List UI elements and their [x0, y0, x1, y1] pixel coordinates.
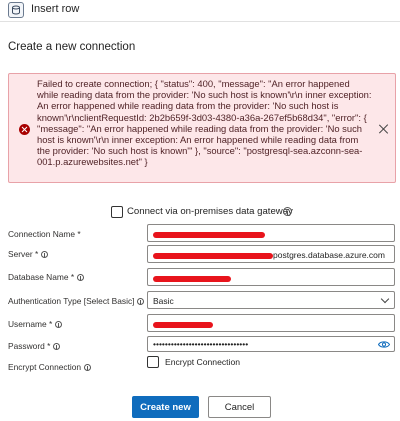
info-icon[interactable] — [55, 321, 63, 329]
dialog-title: Insert row — [31, 3, 80, 15]
info-icon[interactable] — [137, 298, 145, 306]
username-label: Username * — [8, 319, 63, 329]
redacted-value — [153, 276, 231, 283]
password-label: Password * — [8, 341, 61, 351]
password-value: •••••••••••••••••••••••••••••••• — [153, 339, 249, 349]
database-name-label: Database Name * — [8, 272, 85, 282]
gateway-checkbox[interactable] — [111, 206, 123, 218]
server-value-suffix: postgres.database.azure.com — [273, 250, 385, 260]
dialog-header: Insert row — [0, 0, 400, 20]
auth-type-select[interactable]: Basic — [147, 291, 395, 309]
create-new-button[interactable]: Create new — [132, 396, 199, 418]
info-icon[interactable] — [53, 343, 61, 351]
section-title: Create a new connection — [8, 41, 136, 53]
server-label: Server * — [8, 249, 49, 259]
error-message-bar: Failed to create connection; { "status":… — [8, 73, 396, 183]
password-input[interactable]: •••••••••••••••••••••••••••••••• — [147, 336, 395, 352]
eye-icon[interactable] — [377, 340, 391, 349]
auth-type-label: Authentication Type [Select Basic] — [8, 296, 145, 306]
cancel-button[interactable]: Cancel — [208, 396, 271, 418]
redacted-value — [153, 253, 273, 260]
username-input[interactable] — [147, 314, 395, 332]
encrypt-checkbox-label: Encrypt Connection — [165, 357, 240, 367]
connection-name-label: Connection Name * — [8, 229, 81, 239]
info-icon[interactable] — [84, 364, 92, 372]
chevron-down-icon — [380, 294, 390, 304]
info-icon[interactable] — [283, 207, 292, 216]
error-icon — [19, 124, 30, 135]
info-icon[interactable] — [41, 251, 49, 259]
redacted-value — [153, 232, 265, 239]
database-name-input[interactable] — [147, 268, 395, 286]
close-icon[interactable] — [377, 122, 391, 136]
connection-name-input[interactable] — [147, 224, 395, 242]
header-divider — [0, 21, 400, 22]
encrypt-checkbox[interactable] — [147, 356, 159, 368]
encrypt-label: Encrypt Connection — [8, 362, 92, 372]
gateway-label: Connect via on-premises data gateway — [127, 206, 293, 217]
database-icon — [8, 2, 24, 18]
redacted-value — [153, 322, 213, 329]
auth-type-value: Basic — [153, 296, 174, 306]
server-input[interactable]: postgres.database.azure.com — [147, 245, 395, 263]
info-icon[interactable] — [77, 274, 85, 282]
error-message-text: Failed to create connection; { "status":… — [37, 78, 374, 168]
